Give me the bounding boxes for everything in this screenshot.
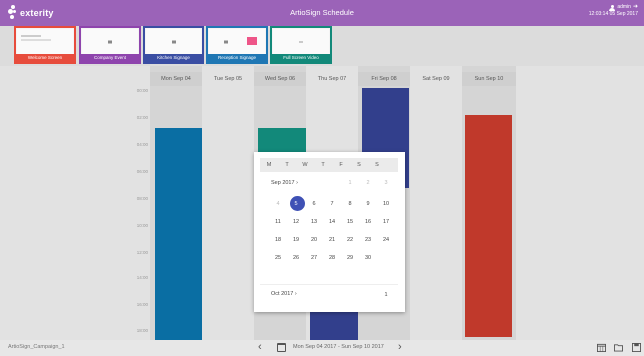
thumbnail-reception-signage[interactable]: Reception Signage [206,26,268,64]
day-cell[interactable]: 22 [341,233,359,247]
day-cell[interactable]: 20 [305,233,323,247]
date-picker-popup: M T W T F S S Sep 2017 › 1 2 3 4 5 6 7 8… [254,152,405,312]
day-cell[interactable]: 13 [305,215,323,229]
day-cell[interactable]: 25 [269,251,287,265]
day-cell[interactable]: 9 [359,197,377,211]
picker-divider [260,284,398,285]
thumbnail-label: Reception Signage [208,54,266,62]
day-cell[interactable]: 11 [269,215,287,229]
day-cell[interactable]: 19 [287,233,305,247]
thumbnail-label: Full Screen Video [272,54,330,62]
date-range[interactable]: Mon Sep 04 2017 - Sun Sep 10 2017 [293,344,384,350]
next-week-button[interactable]: › [398,342,402,353]
time-label: 04:00 [136,142,148,147]
month-label-sep[interactable]: Sep 2017 › [271,180,298,186]
day-cell[interactable]: 10 [377,197,395,211]
day-cell[interactable]: 21 [323,233,341,247]
thumbnail-label: Kitchen Signage [145,54,202,62]
day-header[interactable]: Mon Sep 04 [150,72,202,86]
day-cell[interactable]: 28 [323,251,341,265]
day-cell-selected[interactable]: 5 [287,196,305,211]
day-header[interactable]: Fri Sep 08 [358,72,410,86]
thumbnail-preview [209,29,265,55]
time-label: 16:00 [136,302,148,307]
day-cell[interactable]: 12 [287,215,305,229]
time-label: 12:00 [136,250,148,255]
day-header[interactable]: Wed Sep 06 [254,72,306,86]
day-cell[interactable]: 24 [377,233,395,247]
day-cell[interactable]: 3 [377,176,395,190]
thumbnail-label: Company Event [81,54,139,62]
time-label: 00:00 [136,88,148,93]
day-cell[interactable]: 27 [305,251,323,265]
day-cell[interactable]: 2 [359,176,377,190]
day-cell[interactable]: 1 [377,288,395,302]
day-cell[interactable]: 26 [287,251,305,265]
thumbnail-welcome-screen[interactable]: Welcome Screen [14,26,76,64]
campaign-name: ArtioSign_Campaign_1 [8,344,65,350]
playlist-strip: Welcome Screen Company Event Kitchen Sig… [0,26,644,66]
day-header[interactable]: Tue Sep 05 [202,72,254,86]
open-folder-icon[interactable] [614,343,623,352]
thumbnail-preview [17,29,73,55]
thumbnail-company-event[interactable]: Company Event [79,26,141,64]
day-header[interactable]: Sat Sep 09 [410,72,462,86]
day-cell[interactable]: 6 [305,197,323,211]
day-cell[interactable]: 8 [341,197,359,211]
day-cell[interactable]: 30 [359,251,377,265]
current-datetime: 12:03:14 05 Sep 2017 [588,11,638,17]
thumbnail-full-screen-video[interactable]: Full Screen Video [270,26,332,64]
day-cell[interactable]: 15 [341,215,359,229]
day-header[interactable]: Thu Sep 07 [306,72,358,86]
time-label: 10:00 [136,223,148,228]
thumbnail-label: Welcome Screen [16,54,74,62]
weekday-label: T [285,162,289,168]
time-label: 14:00 [136,275,148,280]
weekday-label: W [302,162,308,168]
weekday-label: S [375,162,379,168]
previous-week-button[interactable]: ‹ [258,342,262,353]
day-cell[interactable]: 7 [323,197,341,211]
weekday-label: S [357,162,361,168]
month-next-icon[interactable]: › [295,291,297,297]
weekday-label: F [339,162,343,168]
day-header[interactable]: Sun Sep 10 [462,72,516,86]
month-label-oct[interactable]: Oct 2017 › [271,291,297,297]
weekday-label: M [266,162,272,168]
month-next-icon[interactable]: › [296,180,298,186]
schedule-event[interactable] [465,115,512,337]
time-label: 18:00 [136,328,148,333]
time-label: 06:00 [136,169,148,174]
calendar-grid-icon[interactable] [597,343,606,352]
user-icon [609,4,616,11]
logout-icon[interactable]: ➜ [633,4,638,11]
thumbnail-kitchen-signage[interactable]: Kitchen Signage [143,26,204,64]
day-cell[interactable]: 29 [341,251,359,265]
day-column-sat[interactable]: Sat Sep 09 [410,66,462,340]
schedule-event[interactable] [155,128,202,340]
app-header: exterity ArtioSign Schedule admin ➜ 12:0… [0,0,644,26]
day-column-tue[interactable]: Tue Sep 05 [202,66,254,340]
weekday-label: T [321,162,325,168]
footer-bar: ArtioSign_Campaign_1 ‹ Mon Sep 04 2017 -… [0,340,644,356]
save-icon[interactable] [632,343,641,352]
user-info: admin ➜ 12:03:14 05 Sep 2017 [589,4,638,18]
schedule-event[interactable] [310,310,358,340]
thumbnail-preview [146,29,201,55]
day-cell[interactable]: 16 [359,215,377,229]
calendar-icon[interactable] [277,343,286,352]
time-label: 08:00 [136,196,148,201]
day-cell[interactable]: 18 [269,233,287,247]
page-title: ArtioSign Schedule [290,8,354,17]
day-cell[interactable]: 23 [359,233,377,247]
thumbnail-preview [273,29,329,55]
time-label: 02:00 [136,115,148,120]
day-cell[interactable]: 17 [377,215,395,229]
day-cell[interactable]: 4 [269,197,287,211]
thumbnail-preview [82,29,138,55]
day-cell[interactable]: 14 [323,215,341,229]
day-cell[interactable]: 1 [341,176,359,190]
username[interactable]: admin [617,4,631,11]
